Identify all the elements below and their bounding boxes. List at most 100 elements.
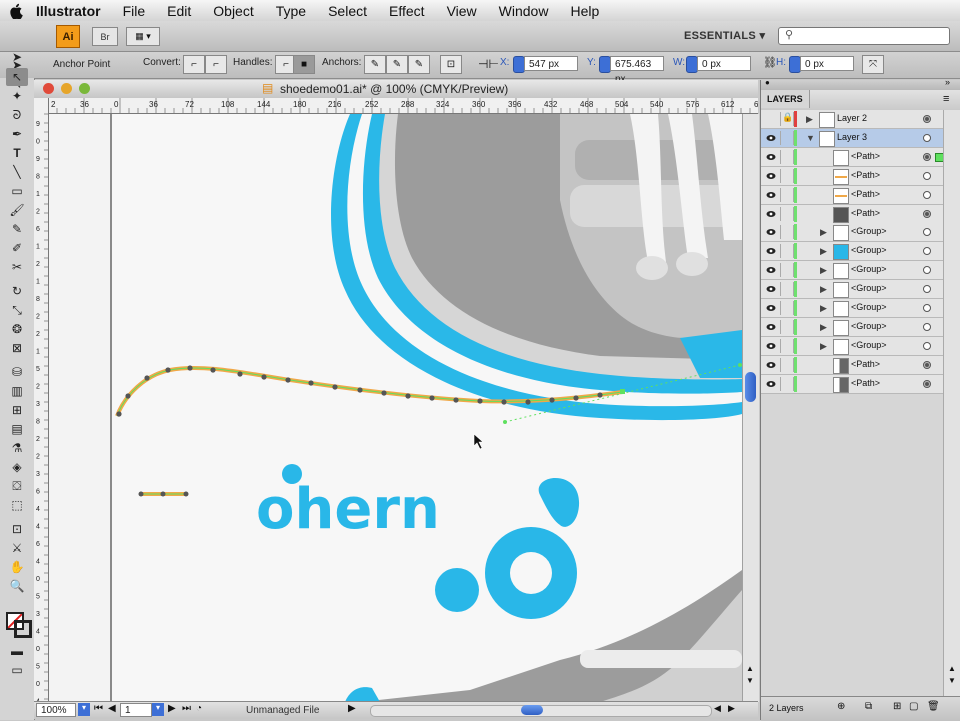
scroll-left-icon[interactable]: ◀ [714,703,721,714]
visibility-eye-icon[interactable] [766,114,776,124]
anchor-point[interactable] [308,380,314,386]
layer-row[interactable]: <Path> [761,374,943,394]
visibility-eye-icon[interactable] [766,133,776,143]
isolate-button[interactable]: ⊡ [440,55,462,74]
first-artboard-icon[interactable]: ⏮ [94,703,103,714]
target-circle-icon[interactable] [923,209,931,218]
target-circle-icon[interactable] [923,266,931,275]
selection-tool-icon[interactable]: ➤ [6,48,28,66]
anchor-point[interactable] [285,377,291,383]
visibility-eye-icon[interactable] [766,246,776,256]
menu-app-name[interactable]: Illustrator [36,3,101,19]
lock-toggle[interactable]: 🔒 [780,112,794,126]
artboard-tool-icon[interactable]: ⊡ [6,520,28,538]
delete-layer-icon[interactable]: 🗑 [927,701,940,712]
anchor-point[interactable] [525,399,531,405]
x-field[interactable]: 547 px [524,56,578,71]
visibility-eye-icon[interactable] [766,341,776,351]
visibility-eye-icon[interactable] [766,284,776,294]
previous-artboard-icon[interactable]: ◀ [108,703,116,714]
scroll-right-icon[interactable]: ▶ [728,703,735,714]
menu-effect[interactable]: Effect [389,3,425,19]
slice-tool-icon[interactable]: ⚔ [6,539,28,557]
apple-icon[interactable] [10,3,24,19]
layer-row[interactable]: <Path> [761,166,943,186]
lock-toggle[interactable] [780,282,794,297]
anchor-point[interactable] [165,367,171,373]
hide-handles-button[interactable]: ■ [293,55,315,74]
blob-brush-tool-icon[interactable]: ✐ [6,239,28,257]
scale-tool-icon[interactable]: ⤡ [6,301,28,319]
y-field[interactable]: 675.463 px [610,56,664,85]
make-clipping-mask-icon[interactable]: ⧉ [865,701,872,712]
anchor-point[interactable] [405,393,411,399]
menu-object[interactable]: Object [213,3,253,19]
target-circle-icon[interactable] [923,152,931,161]
lock-toggle[interactable] [780,187,794,202]
screen-mode-icon[interactable]: ▭ [6,661,28,679]
lock-toggle[interactable] [780,168,794,183]
layer-row[interactable]: ▼ Layer 3 [761,128,943,148]
expand-toggle-icon[interactable]: ▶ [820,246,827,257]
target-circle-icon[interactable] [923,190,931,199]
remove-anchor-button[interactable]: ✎ [364,55,386,74]
arrange-documents-button[interactable]: ▦ ▾ [126,27,160,46]
menu-help[interactable]: Help [570,3,599,19]
status-menu-icon[interactable]: ▶ [348,703,356,714]
last-artboard-icon[interactable]: ⏭ [182,703,191,714]
anchor-point[interactable] [187,365,193,371]
menu-view[interactable]: View [447,3,477,19]
lock-toggle[interactable] [780,149,794,164]
small-path[interactable] [138,491,189,497]
target-circle-icon[interactable] [923,341,931,350]
stroke-swatch[interactable] [14,620,32,638]
lock-toggle[interactable] [780,244,794,259]
expand-toggle-icon[interactable]: ▶ [820,265,827,276]
hand-tool-icon[interactable]: ✋ [6,558,28,576]
artboard-number-field[interactable]: 1 [120,703,152,717]
zoom-window-button[interactable] [79,83,90,94]
expand-toggle-icon[interactable]: ▶ [820,227,827,238]
anchor-point[interactable] [429,395,435,401]
cut-path-button[interactable]: ✎ [408,55,430,74]
anchor-point[interactable] [116,411,122,417]
eyedropper-tool-icon[interactable]: ⚗ [6,439,28,457]
anchor-point[interactable] [261,374,267,380]
layer-row[interactable]: <Path> [761,204,943,224]
anchor-point[interactable] [573,395,579,401]
visibility-eye-icon[interactable] [766,171,776,181]
symbol-sprayer-tool-icon[interactable]: ⛁ [6,363,28,381]
revision-icon[interactable]: ◔ [196,703,202,714]
zoom-tool-icon[interactable]: 🔍 [6,577,28,595]
lock-toggle[interactable] [780,225,794,240]
target-circle-icon[interactable] [923,379,931,388]
vertical-ruler[interactable]: 9098126121822152382236446405340504 [34,98,49,702]
mesh-tool-icon[interactable]: ⊞ [6,401,28,419]
target-circle-icon[interactable] [923,247,931,256]
menu-type[interactable]: Type [276,3,306,19]
visibility-eye-icon[interactable] [766,322,776,332]
link-proportions-icon[interactable]: ⛓ [763,56,777,69]
layer-row[interactable]: ▶ <Group> [761,299,943,318]
next-artboard-icon[interactable]: ▶ [168,703,176,714]
rotate-tool-icon[interactable]: ↻ [6,282,28,300]
pencil-tool-icon[interactable]: ✎ [6,220,28,238]
free-transform-tool-icon[interactable]: ⊠ [6,339,28,357]
rectangle-tool-icon[interactable]: ▭ [6,182,28,200]
expand-toggle-icon[interactable]: ▶ [820,284,827,295]
layers-scroll-down-icon[interactable]: ▼ [948,676,956,685]
zoom-dropdown-icon[interactable]: ▾ [78,703,90,716]
layers-scroll-up-icon[interactable]: ▲ [948,664,956,673]
locate-object-icon[interactable]: ⊕ [837,701,845,712]
direct-selection-tool-icon[interactable]: ↖ [6,68,28,86]
horizontal-scroll-thumb[interactable] [521,705,543,715]
expand-toggle-icon[interactable]: ▶ [820,303,827,314]
line-tool-icon[interactable]: ╲ [6,163,28,181]
visibility-eye-icon[interactable] [766,209,776,219]
magic-wand-tool-icon[interactable]: ✦ [6,87,28,105]
paintbrush-tool-icon[interactable]: 🖌 [6,201,28,219]
anchor-point[interactable] [144,375,150,381]
anchor-point[interactable] [357,387,363,393]
target-circle-icon[interactable] [923,285,931,294]
h-field[interactable]: 0 px [800,56,854,71]
